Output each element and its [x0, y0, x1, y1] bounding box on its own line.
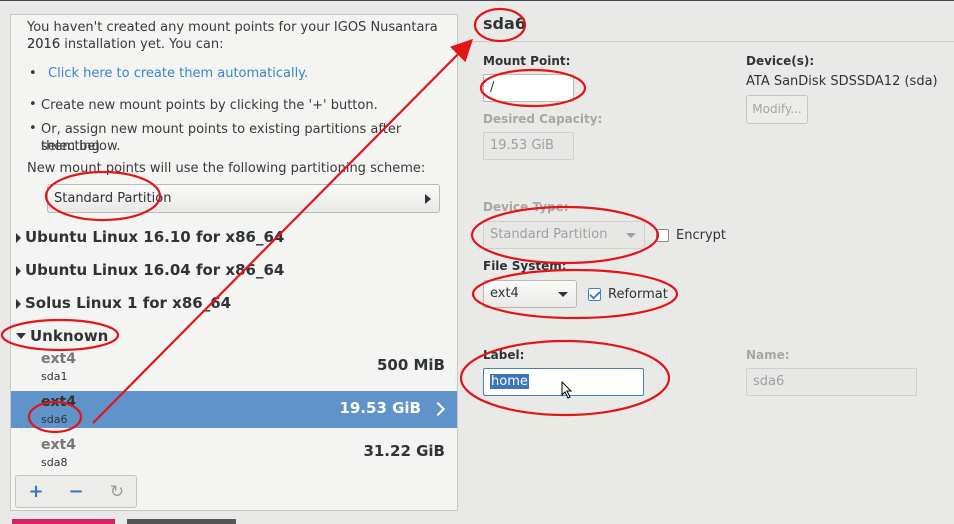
reformat-checkbox[interactable]	[588, 288, 601, 301]
bullet-text-assign-cont: them below.	[41, 139, 121, 154]
chevron-right-icon	[430, 401, 446, 417]
group-solus[interactable]: Solus Linux 1 for x86_64	[16, 294, 231, 312]
partition-device: sda6	[41, 413, 68, 426]
devices-label: Device(s):	[746, 54, 815, 68]
dropdown-arrow-icon	[626, 233, 636, 238]
partition-device: sda8	[41, 456, 68, 469]
group-label: Solus Linux 1 for x86_64	[25, 294, 232, 312]
group-label: Unknown	[30, 327, 109, 345]
auto-create-link[interactable]: Click here to create them automatically.	[48, 66, 308, 81]
label-label: Label:	[483, 348, 525, 362]
mount-point-label: Mount Point:	[483, 54, 571, 68]
name-label: Name:	[746, 348, 790, 362]
partition-fs: ext4	[41, 437, 76, 453]
partition-size: 19.53 GiB	[339, 399, 421, 417]
capacity-label: Desired Capacity:	[483, 112, 603, 126]
bottom-second-button[interactable]	[127, 519, 236, 524]
label-value: home	[490, 374, 529, 389]
expander-right-icon	[16, 298, 21, 309]
bullet-dot: •	[29, 121, 37, 136]
scheme-note: New mount points will use the following …	[27, 161, 426, 176]
window-top-border	[0, 0, 954, 1]
expander-right-icon	[16, 265, 21, 276]
device-type-value: Standard Partition	[490, 227, 608, 242]
partition-size: 31.22 GiB	[363, 442, 445, 460]
modify-button[interactable]: Modify...	[746, 95, 808, 124]
bullet-text-add: Create new mount points by clicking the …	[41, 98, 378, 113]
partition-size: 500 MiB	[376, 356, 445, 374]
partition-row-sda1[interactable]: ext4 sda1 500 MiB	[11, 348, 457, 385]
encrypt-checkbox[interactable]	[656, 229, 669, 242]
mount-point-toolbar: + − ↻	[15, 475, 137, 508]
capacity-field[interactable]: 19.53 GiB	[483, 132, 574, 160]
device-type-select[interactable]: Standard Partition	[483, 221, 645, 249]
mount-point-field[interactable]: /	[483, 74, 574, 102]
plus-icon[interactable]: +	[26, 482, 46, 502]
encrypt-label: Encrypt	[676, 228, 726, 243]
file-system-select[interactable]: ext4	[483, 280, 577, 308]
partition-device: sda1	[41, 370, 68, 383]
partition-fs: ext4	[41, 394, 76, 410]
partition-row-sda6[interactable]: ext4 sda6 19.53 GiB	[11, 391, 457, 428]
scheme-value: Standard Partition	[54, 191, 172, 206]
intro-line-2: 2016 installation yet. You can:	[27, 37, 224, 52]
name-field[interactable]: sda6	[746, 368, 917, 396]
partition-fs: ext4	[41, 351, 76, 367]
dropdown-arrow-icon	[558, 292, 568, 297]
expander-down-icon	[16, 332, 26, 339]
title-separator	[470, 41, 954, 42]
partitioning-scheme-select[interactable]: Standard Partition	[47, 184, 440, 213]
devices-value: ATA SanDisk SDSSDA12 (sda)	[746, 74, 938, 89]
bullet-dot: •	[29, 97, 37, 112]
bullet-dot: •	[29, 66, 37, 81]
mount-points-pane: You haven't created any mount points for…	[10, 14, 458, 511]
expander-right-icon	[16, 232, 21, 243]
reformat-label: Reformat	[608, 287, 668, 302]
file-system-value: ext4	[490, 286, 519, 301]
minus-icon[interactable]: −	[66, 482, 86, 502]
group-label: Ubuntu Linux 16.04 for x86_64	[25, 261, 285, 279]
file-system-label: File System:	[483, 259, 567, 273]
partition-title: sda6	[483, 14, 526, 33]
mouse-cursor-icon	[561, 381, 573, 399]
bottom-left-button[interactable]	[12, 519, 115, 524]
group-label: Ubuntu Linux 16.10 for x86_64	[25, 228, 285, 246]
group-unknown[interactable]: Unknown	[16, 327, 108, 345]
group-ubuntu-1610[interactable]: Ubuntu Linux 16.10 for x86_64	[16, 228, 284, 246]
menu-arrow-icon	[425, 194, 431, 204]
device-type-label: Device Type:	[483, 200, 569, 214]
group-ubuntu-1604[interactable]: Ubuntu Linux 16.04 for x86_64	[16, 261, 284, 279]
refresh-icon[interactable]: ↻	[107, 482, 127, 502]
partition-row-sda8[interactable]: ext4 sda8 31.22 GiB	[11, 434, 457, 471]
